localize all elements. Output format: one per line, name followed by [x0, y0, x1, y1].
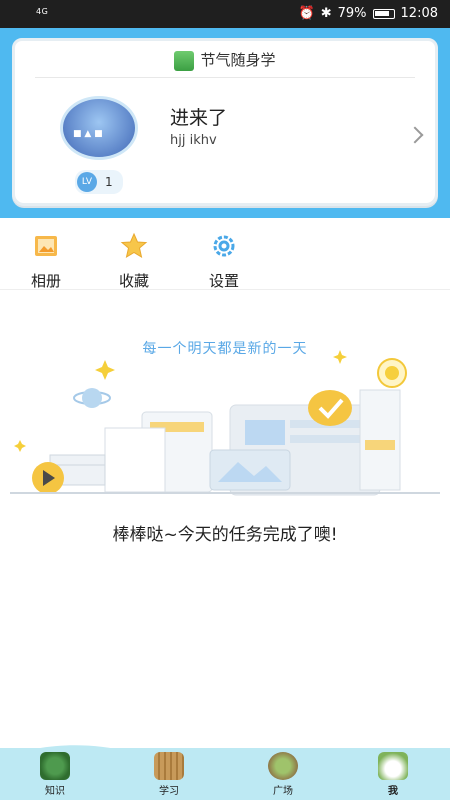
knowledge-icon — [40, 752, 70, 780]
chevron-right-icon[interactable] — [406, 126, 424, 144]
level-badge: LV 1 — [75, 170, 123, 194]
profile-card[interactable]: 节气随身学 ■ ▲ ■ 进来了 hjj ikhv LV 1 — [12, 38, 438, 206]
completion-illustration — [10, 350, 440, 496]
check-bubble-icon — [308, 390, 352, 426]
battery-icon — [372, 8, 395, 19]
nav-knowledge[interactable]: 知识 — [20, 752, 90, 797]
app-title: 节气随身学 — [15, 49, 435, 71]
app-logo-icon — [174, 50, 195, 71]
nav-study[interactable]: 学习 — [134, 752, 204, 797]
avatar-image-detail: ■ ▲ ■ — [73, 129, 103, 139]
status-right: ⏰ ✱ 79% 12:08 — [299, 6, 438, 21]
nav-me[interactable]: 我 — [358, 752, 428, 797]
nav-square-label: 广场 — [273, 786, 293, 797]
level-icon: LV — [77, 172, 97, 192]
me-icon — [378, 752, 408, 780]
app-name: 节气随身学 — [200, 51, 276, 69]
album-button[interactable]: 相册 — [16, 232, 76, 291]
star-icon — [120, 232, 148, 259]
lightbulb-icon — [377, 358, 407, 388]
signal-indicator: 4G — [36, 7, 49, 16]
album-label: 相册 — [30, 272, 61, 290]
devices-icon — [104, 389, 401, 496]
level-number: 1 — [105, 175, 113, 189]
battery-percent: 79% — [337, 6, 367, 21]
avatar[interactable]: ■ ▲ ■ — [60, 96, 138, 160]
bluetooth-icon: ✱ — [320, 6, 332, 21]
clock-time: 12:08 — [400, 6, 438, 21]
album-icon — [35, 236, 57, 256]
nav-square[interactable]: 广场 — [248, 752, 318, 797]
play-icon — [32, 462, 64, 494]
user-handle: hjj ikhv — [170, 133, 217, 148]
quick-actions: 相册 收藏 设置 — [0, 218, 450, 290]
study-icon — [154, 752, 184, 780]
alarm-icon: ⏰ — [298, 6, 315, 21]
gear-icon — [213, 235, 235, 257]
nav-study-label: 学习 — [159, 786, 179, 797]
favorites-label: 收藏 — [118, 272, 149, 290]
card-divider — [35, 77, 415, 78]
settings-button[interactable]: 设置 — [194, 232, 254, 291]
planet-icon — [73, 388, 111, 408]
settings-label: 设置 — [208, 272, 239, 290]
square-icon — [268, 752, 298, 780]
status-bar: 4G ⏰ ✱ 79% 12:08 — [0, 0, 450, 28]
task-complete-message: 棒棒哒~今天的任务完成了噢! — [112, 525, 338, 545]
user-name: 进来了 — [170, 107, 228, 129]
nav-knowledge-label: 知识 — [45, 786, 65, 797]
nav-me-label: 我 — [388, 786, 398, 797]
favorites-button[interactable]: 收藏 — [104, 232, 164, 291]
